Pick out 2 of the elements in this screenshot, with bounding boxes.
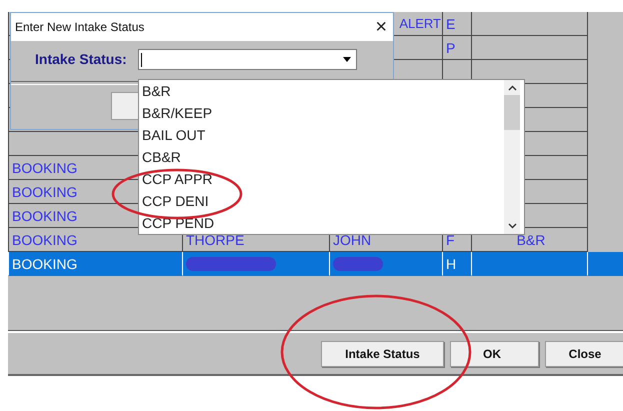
field-label: Intake Status: <box>35 51 128 67</box>
window-title: Enter New Intake Status <box>15 20 144 34</box>
